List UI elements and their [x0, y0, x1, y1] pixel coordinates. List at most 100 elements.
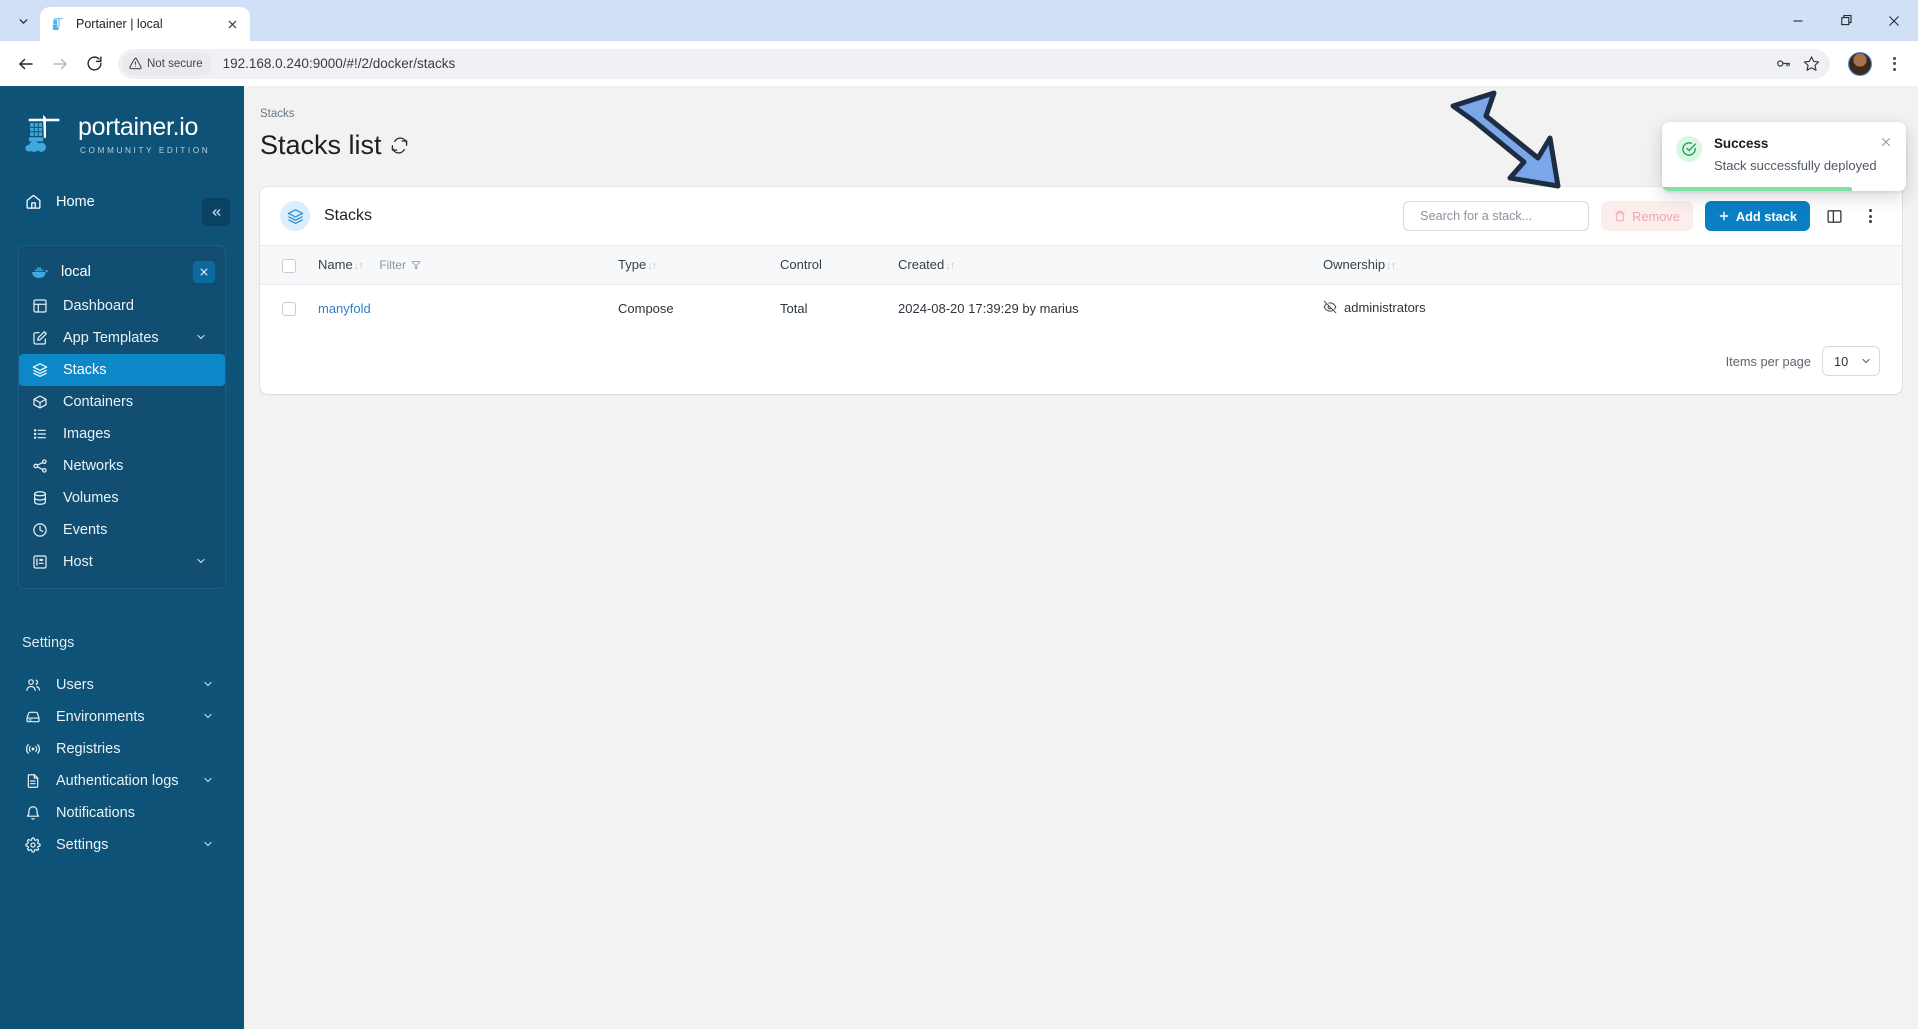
breadcrumb[interactable]: Stacks: [244, 86, 1918, 120]
tab-close-icon[interactable]: [222, 14, 242, 34]
key-icon[interactable]: [1770, 51, 1796, 77]
window-close-button[interactable]: [1870, 0, 1918, 41]
stacks-card: Stacks Remove Add stack: [260, 187, 1902, 395]
sidebar-item-label: Users: [56, 677, 94, 693]
environments-icon: [24, 709, 42, 725]
sidebar-item-notifications[interactable]: Notifications: [18, 797, 226, 829]
toast-close-icon[interactable]: [1880, 136, 1892, 150]
sidebar-item-images[interactable]: Images: [19, 418, 225, 450]
sidebar-item-events[interactable]: Events: [19, 514, 225, 546]
search-input[interactable]: [1403, 201, 1590, 231]
chevron-down-icon[interactable]: [195, 331, 207, 346]
funnel-icon: [411, 261, 421, 270]
url-text: 192.168.0.240:9000/#!/2/docker/stacks: [222, 56, 456, 71]
sidebar-item-label: Host: [63, 554, 93, 570]
sidebar-environment-header[interactable]: local: [19, 254, 225, 290]
browser-toolbar: Not secure 192.168.0.240:9000/#!/2/docke…: [0, 41, 1918, 86]
sidebar-item-users[interactable]: Users: [18, 669, 226, 701]
remove-button[interactable]: Remove: [1601, 201, 1693, 231]
layers-icon: [280, 201, 310, 231]
card-more-menu-icon[interactable]: [1858, 204, 1882, 228]
sidebar-item-containers[interactable]: Containers: [19, 386, 225, 418]
columns-layout-icon[interactable]: [1822, 204, 1846, 228]
sidebar-item-stacks[interactable]: Stacks: [19, 354, 225, 386]
select-all-header: [260, 246, 318, 285]
back-arrow-icon[interactable]: [10, 48, 42, 80]
tab-search-chevron-icon[interactable]: [6, 6, 40, 36]
sidebar-settings-list: Users Environments Registries Authentica…: [0, 669, 244, 861]
remove-button-label: Remove: [1632, 208, 1680, 224]
document-icon: [24, 773, 42, 789]
sidebar-item-authentication-logs[interactable]: Authentication logs: [18, 765, 226, 797]
column-label-control: Control: [780, 257, 822, 273]
sidebar-item-label: Stacks: [63, 362, 107, 378]
trash-icon: [1615, 210, 1625, 222]
avatar[interactable]: [1848, 51, 1872, 76]
box-icon: [31, 394, 49, 410]
column-header-type[interactable]: Type↓↑: [618, 246, 780, 285]
add-stack-button[interactable]: Add stack: [1704, 201, 1810, 231]
row-checkbox[interactable]: [282, 302, 296, 317]
filter-label: Filter: [379, 258, 406, 273]
column-label-created: Created: [898, 257, 945, 273]
column-header-created[interactable]: Created↓↑: [898, 246, 1323, 285]
search-input-field[interactable]: [1420, 209, 1583, 223]
kebab-menu-icon[interactable]: [1880, 50, 1908, 78]
reload-icon[interactable]: [78, 48, 110, 80]
column-header-control: Control: [780, 246, 898, 285]
sidebar-item-label: Images: [63, 426, 111, 442]
column-header-ownership[interactable]: Ownership↓↑: [1323, 246, 1902, 285]
sidebar-item-label: Settings: [56, 837, 109, 853]
row-name-cell: manyfold: [318, 284, 618, 332]
sidebar-item-settings[interactable]: Settings: [18, 829, 226, 861]
sidebar-item-label: Authentication logs: [56, 773, 179, 789]
stack-name-link[interactable]: manyfold: [318, 301, 371, 316]
docker-whale-icon: [31, 264, 49, 281]
chevron-down-icon[interactable]: [195, 555, 207, 570]
chevron-down-icon[interactable]: [202, 678, 214, 693]
logo-subtitle: COMMUNITY EDITION: [80, 145, 211, 155]
clock-icon: [31, 522, 49, 538]
sidebar-item-volumes[interactable]: Volumes: [19, 482, 225, 514]
address-bar[interactable]: Not secure 192.168.0.240:9000/#!/2/docke…: [118, 48, 1830, 79]
portainer-logo[interactable]: portainer.io COMMUNITY EDITION: [0, 86, 244, 158]
window-maximize-button[interactable]: [1822, 0, 1870, 41]
star-icon[interactable]: [1798, 51, 1824, 77]
chevron-down-icon[interactable]: [202, 838, 214, 853]
chevron-down-icon[interactable]: [202, 774, 214, 789]
portainer-favicon: [52, 17, 63, 30]
forward-arrow-icon[interactable]: [44, 48, 76, 80]
select-all-checkbox[interactable]: [282, 258, 296, 273]
sidebar-environment-block: local Dashboard App Templates Stacks Con…: [18, 245, 226, 589]
sidebar-item-dashboard[interactable]: Dashboard: [19, 290, 225, 322]
site-security-badge[interactable]: Not secure: [122, 51, 212, 76]
browser-tab[interactable]: Portainer | local: [40, 7, 250, 41]
column-header-name[interactable]: Name↓↑ Filter: [318, 246, 618, 285]
sidebar-item-host[interactable]: Host: [19, 546, 225, 578]
chevron-down-icon[interactable]: [202, 710, 214, 725]
layers-icon: [31, 362, 49, 378]
sidebar-item-registries[interactable]: Registries: [18, 733, 226, 765]
window-minimize-button[interactable]: [1774, 0, 1822, 41]
sidebar-item-app-templates[interactable]: App Templates: [19, 322, 225, 354]
sort-arrows-icon: ↓↑: [353, 260, 364, 273]
items-per-page-value: 10: [1834, 353, 1849, 369]
refresh-icon[interactable]: [391, 137, 408, 154]
check-circle-icon: [1676, 136, 1702, 162]
name-filter-button[interactable]: Filter: [379, 258, 421, 272]
card-header: Stacks Remove Add stack: [260, 187, 1902, 245]
items-per-page-select[interactable]: 10: [1822, 346, 1880, 377]
sidebar-environment-close-icon[interactable]: [193, 261, 215, 283]
toast-message: Stack successfully deployed: [1714, 158, 1877, 173]
table-head: Name↓↑ Filter Type↓↑ Control Created↓↑ O…: [260, 245, 1902, 285]
sort-arrows-icon: ↓↑: [1386, 260, 1396, 273]
chevron-down-icon: [1862, 358, 1870, 364]
users-icon: [24, 677, 42, 693]
table-row[interactable]: manyfold Compose Total 2024-08-20 17:39:…: [260, 284, 1902, 332]
column-label-ownership: Ownership: [1323, 257, 1386, 273]
stacks-table: Name↓↑ Filter Type↓↑ Control Created↓↑ O…: [260, 245, 1902, 332]
sidebar-item-networks[interactable]: Networks: [19, 450, 225, 482]
sidebar-item-environments[interactable]: Environments: [18, 701, 226, 733]
sidebar-item-label: Networks: [63, 458, 124, 474]
sidebar-collapse-button[interactable]: [202, 198, 230, 226]
